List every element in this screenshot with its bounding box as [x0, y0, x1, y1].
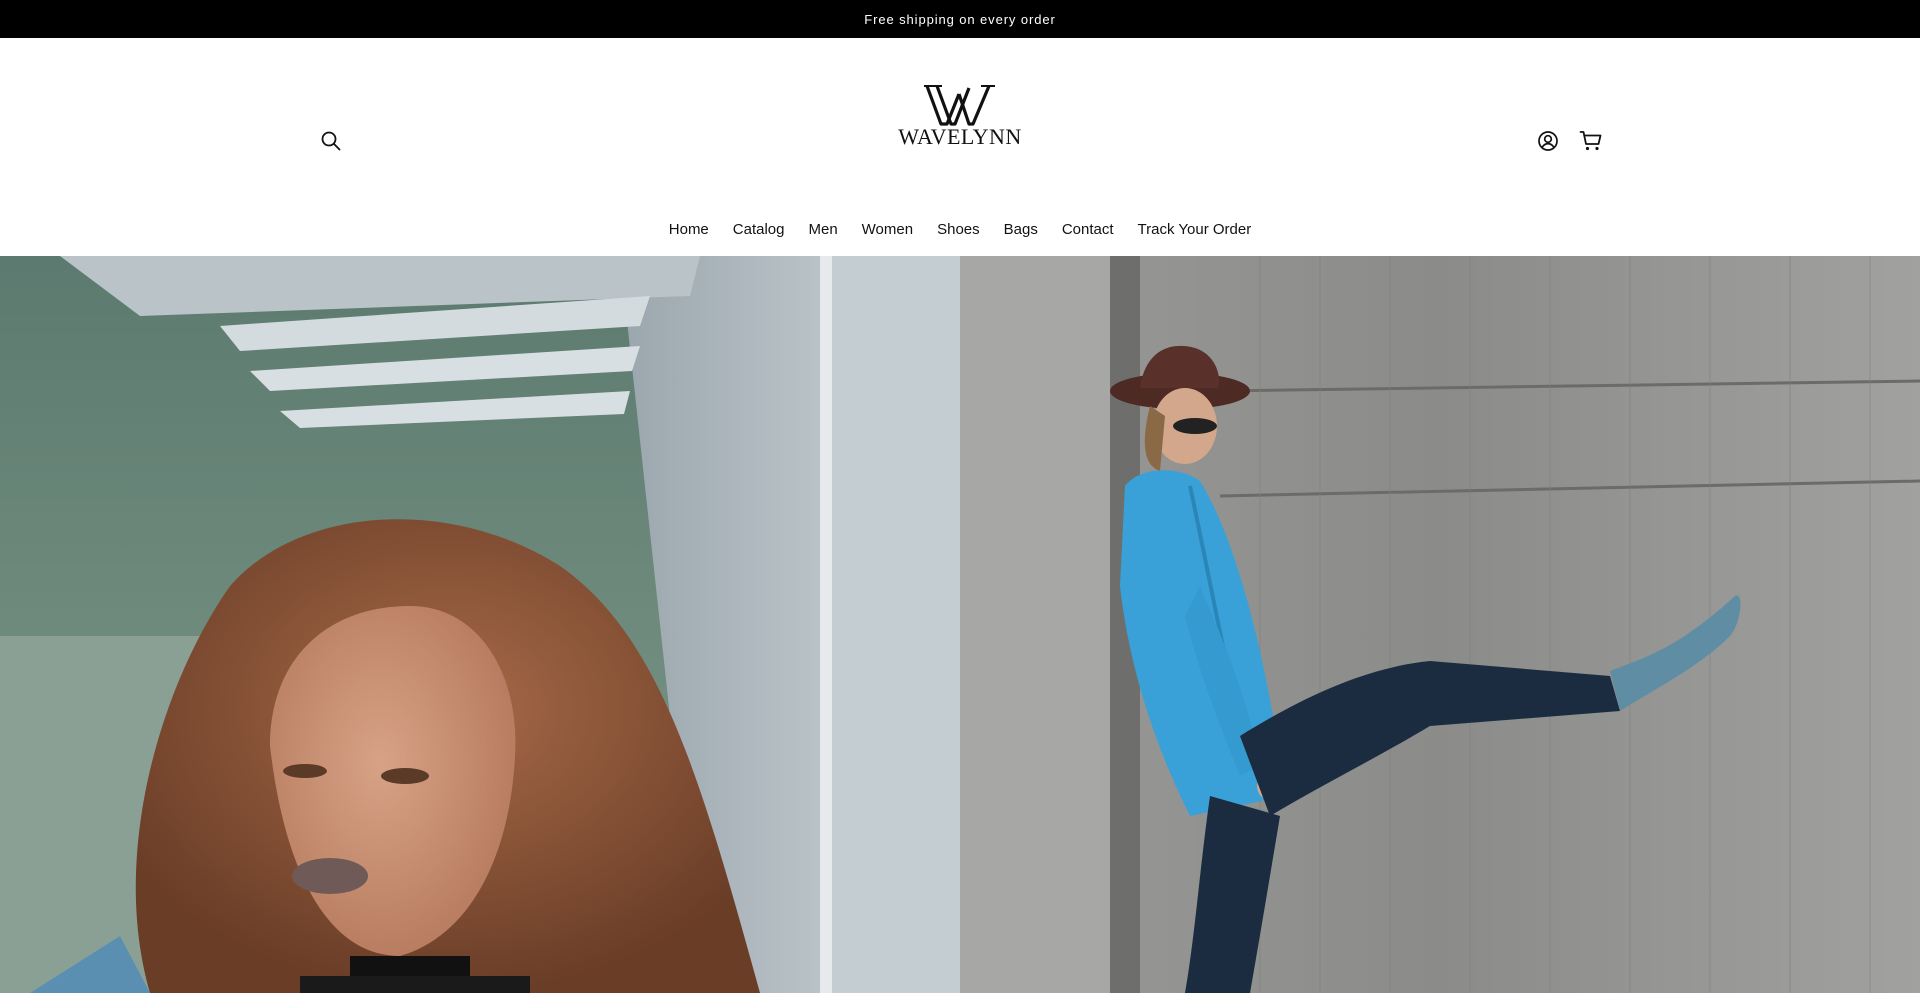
- nav-item-home[interactable]: Home: [657, 215, 721, 244]
- account-button[interactable]: [1526, 119, 1570, 163]
- hero-image-right: [960, 256, 1920, 993]
- nav-item-catalog[interactable]: Catalog: [721, 215, 797, 244]
- woman-portrait-image: [0, 256, 960, 993]
- nav-item-bags[interactable]: Bags: [992, 215, 1050, 244]
- site-header: WAVELYNN Home Catalog Men Women Shoes Ba…: [0, 38, 1920, 256]
- main-navigation: Home Catalog Men Women Shoes Bags Contac…: [0, 210, 1920, 248]
- hero-banner: [0, 256, 1920, 993]
- logo-text: WAVELYNN: [898, 124, 1022, 149]
- announcement-bar: Free shipping on every order: [0, 0, 1920, 38]
- cart-button[interactable]: [1569, 119, 1613, 163]
- nav-item-men[interactable]: Men: [796, 215, 849, 244]
- search-button[interactable]: [309, 119, 353, 163]
- hero-image-left: [0, 256, 960, 993]
- nav-item-shoes[interactable]: Shoes: [925, 215, 992, 244]
- nav-item-contact[interactable]: Contact: [1050, 215, 1126, 244]
- nav-item-women[interactable]: Women: [850, 215, 925, 244]
- logo-monogram-icon: [924, 85, 995, 126]
- search-icon: [321, 131, 341, 151]
- nav-item-track-order[interactable]: Track Your Order: [1126, 215, 1264, 244]
- man-blazer-image: [960, 256, 1920, 993]
- account-icon: [1538, 131, 1558, 151]
- announcement-text: Free shipping on every order: [864, 11, 1056, 27]
- site-logo[interactable]: WAVELYNN: [880, 84, 1040, 194]
- cart-icon: [1579, 131, 1602, 151]
